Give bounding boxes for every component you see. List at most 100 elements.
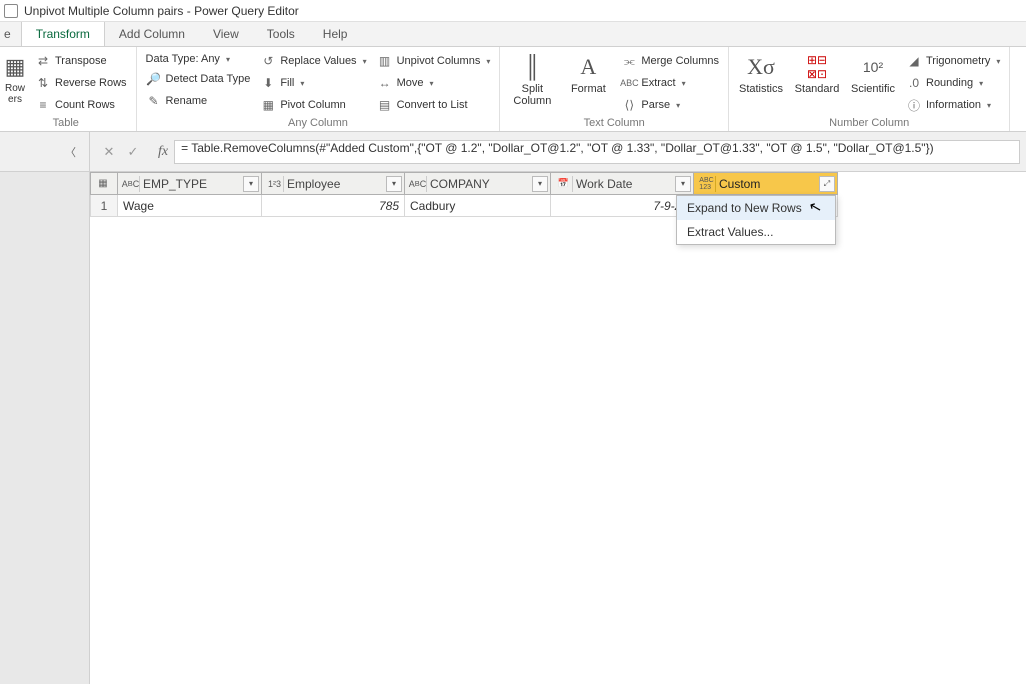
formula-text: = Table.RemoveColumns(#"Added Custom",{"… xyxy=(181,141,933,155)
format-icon: A xyxy=(574,53,602,81)
extract-icon: ABC xyxy=(621,75,637,91)
table-corner-cell[interactable]: ▦ xyxy=(90,172,118,195)
chevron-down-icon: ▾ xyxy=(429,79,433,88)
ribbon-group-number-column: Xσ Statistics ⊞⊟⊠⊡ Standard 10² Scientif… xyxy=(729,47,1010,131)
expand-context-menu: Expand to New Rows Extract Values... xyxy=(676,195,836,245)
cell-emp-type[interactable]: Wage xyxy=(118,195,262,217)
filter-dropdown-icon[interactable]: ▾ xyxy=(243,176,259,192)
info-icon: ⓘ xyxy=(906,97,922,113)
statistics-label: Statistics xyxy=(739,83,783,95)
filter-dropdown-icon[interactable]: ▾ xyxy=(675,176,691,192)
cell-work-date[interactable]: 7-9-20 xyxy=(551,195,694,217)
convert-list-button[interactable]: ▤ Convert to List xyxy=(374,95,494,115)
date-button[interactable]: 📅 Date xyxy=(1016,51,1026,97)
column-header-emp-type[interactable]: ABC EMP_TYPE ▾ xyxy=(118,172,262,195)
format-label: Format xyxy=(571,83,606,95)
collapse-chevron-icon[interactable]: 〈 xyxy=(62,141,79,163)
detect-type-button[interactable]: 🔎 Detect Data Type xyxy=(143,69,254,89)
split-column-button[interactable]: ║ Split Column xyxy=(506,51,558,109)
standard-label: Standard xyxy=(795,83,840,95)
any-column-group-label: Any Column xyxy=(143,115,494,131)
number-type-icon: 1²3 xyxy=(266,176,284,192)
chevron-down-icon: ▾ xyxy=(363,57,367,66)
column-header-work-date[interactable]: 📅 Work Date ▾ xyxy=(551,172,694,195)
rename-button[interactable]: ✎ Rename xyxy=(143,91,254,111)
column-header-employee[interactable]: 1²3 Employee ▾ xyxy=(262,172,405,195)
ribbon-group-text-column: ║ Split Column A Format ⫘ Merge Columns … xyxy=(500,47,729,131)
rename-label: Rename xyxy=(166,95,208,107)
scientific-button[interactable]: 10² Scientific xyxy=(847,51,899,97)
triangle-icon: ◢ xyxy=(906,53,922,69)
tab-transform[interactable]: Transform xyxy=(21,22,105,46)
rounding-icon: .0 xyxy=(906,75,922,91)
detect-label: Detect Data Type xyxy=(166,73,251,85)
reverse-rows-label: Reverse Rows xyxy=(55,77,127,89)
parse-button[interactable]: ⟨⟩ Parse ▾ xyxy=(618,95,722,115)
list-icon: ▤ xyxy=(377,97,393,113)
column-header-custom[interactable]: ABC123 Custom ⤢ xyxy=(694,172,838,195)
pivot-label: Pivot Column xyxy=(280,99,345,111)
use-row-headers-button[interactable]: ▦ Row ers xyxy=(2,51,28,107)
reverse-rows-button[interactable]: ⇅ Reverse Rows xyxy=(32,73,130,93)
standard-button[interactable]: ⊞⊟⊠⊡ Standard xyxy=(791,51,843,97)
expand-to-new-rows-item[interactable]: Expand to New Rows xyxy=(677,196,835,220)
custom-label: Custom xyxy=(719,177,760,191)
ribbon-group-table: ▦ Row ers ⇄ Transpose ⇅ Reverse Rows ≡ C… xyxy=(0,47,137,131)
extract-values-item[interactable]: Extract Values... xyxy=(677,220,835,244)
expand-column-icon[interactable]: ⤢ xyxy=(819,176,835,192)
cancel-formula-icon[interactable]: ✕ xyxy=(98,141,120,163)
column-header-company[interactable]: ABC COMPANY ▾ xyxy=(405,172,551,195)
tab-view[interactable]: View xyxy=(199,22,253,46)
standard-icon: ⊞⊟⊠⊡ xyxy=(803,53,831,81)
replace-label: Replace Values xyxy=(280,55,356,67)
formula-input[interactable]: = Table.RemoveColumns(#"Added Custom",{"… xyxy=(174,140,1020,164)
tab-home-fragment[interactable]: e xyxy=(0,22,21,46)
extract-button[interactable]: ABC Extract ▾ xyxy=(618,73,722,93)
rounding-button[interactable]: .0 Rounding ▾ xyxy=(903,73,1003,93)
chevron-down-icon: ▾ xyxy=(486,57,490,66)
replace-values-button[interactable]: ↺ Replace Values ▾ xyxy=(257,51,369,71)
information-label: Information xyxy=(926,99,981,111)
split-icon: ║ xyxy=(518,53,546,81)
rename-icon: ✎ xyxy=(146,93,162,109)
chevron-down-icon: ▾ xyxy=(676,101,680,110)
cell-employee[interactable]: 785 xyxy=(262,195,405,217)
move-button[interactable]: ↔ Move ▾ xyxy=(374,73,494,93)
chevron-down-icon: ▾ xyxy=(979,79,983,88)
merge-icon: ⫘ xyxy=(621,53,637,69)
unpivot-columns-button[interactable]: ▥ Unpivot Columns ▾ xyxy=(374,51,494,71)
count-rows-button[interactable]: ≡ Count Rows xyxy=(32,95,130,115)
row-number[interactable]: 1 xyxy=(90,195,118,217)
count-rows-label: Count Rows xyxy=(55,99,115,111)
information-button[interactable]: ⓘ Information ▾ xyxy=(903,95,1003,115)
fill-button[interactable]: ⬇ Fill ▾ xyxy=(257,73,369,93)
table-icon: ▦ xyxy=(95,176,111,192)
pivot-column-button[interactable]: ▦ Pivot Column xyxy=(257,95,369,115)
trigonometry-label: Trigonometry xyxy=(926,55,990,67)
statistics-button[interactable]: Xσ Statistics xyxy=(735,51,787,97)
tab-tools[interactable]: Tools xyxy=(253,22,309,46)
filter-dropdown-icon[interactable]: ▾ xyxy=(386,176,402,192)
move-label: Move xyxy=(397,77,424,89)
window-title: Unpivot Multiple Column pairs - Power Qu… xyxy=(24,4,299,18)
formula-bar-area: 〈 ✕ ✓ fx = Table.RemoveColumns(#"Added C… xyxy=(0,132,1026,172)
employee-label: Employee xyxy=(287,177,340,191)
chevron-down-icon: ▾ xyxy=(996,57,1000,66)
merge-columns-button[interactable]: ⫘ Merge Columns xyxy=(618,51,722,71)
tab-help[interactable]: Help xyxy=(309,22,362,46)
data-type-button[interactable]: Data Type: Any ▾ xyxy=(143,51,254,67)
chevron-down-icon: ▾ xyxy=(226,55,230,64)
detect-icon: 🔎 xyxy=(146,71,162,87)
filter-dropdown-icon[interactable]: ▾ xyxy=(532,176,548,192)
tab-add-column[interactable]: Add Column xyxy=(105,22,199,46)
accept-formula-icon[interactable]: ✓ xyxy=(122,141,144,163)
cell-company[interactable]: Cadbury xyxy=(405,195,551,217)
merge-label: Merge Columns xyxy=(641,55,719,67)
title-bar: Unpivot Multiple Column pairs - Power Qu… xyxy=(0,0,1026,22)
data-grid: ▦ 1 ABC EMP_TYPE ▾ Wage 1²3 Employee ▾ xyxy=(90,172,1026,684)
transpose-button[interactable]: ⇄ Transpose xyxy=(32,51,130,71)
fill-icon: ⬇ xyxy=(260,75,276,91)
format-button[interactable]: A Format xyxy=(562,51,614,97)
trigonometry-button[interactable]: ◢ Trigonometry ▾ xyxy=(903,51,1003,71)
data-area: ▦ 1 ABC EMP_TYPE ▾ Wage 1²3 Employee ▾ xyxy=(0,172,1026,684)
